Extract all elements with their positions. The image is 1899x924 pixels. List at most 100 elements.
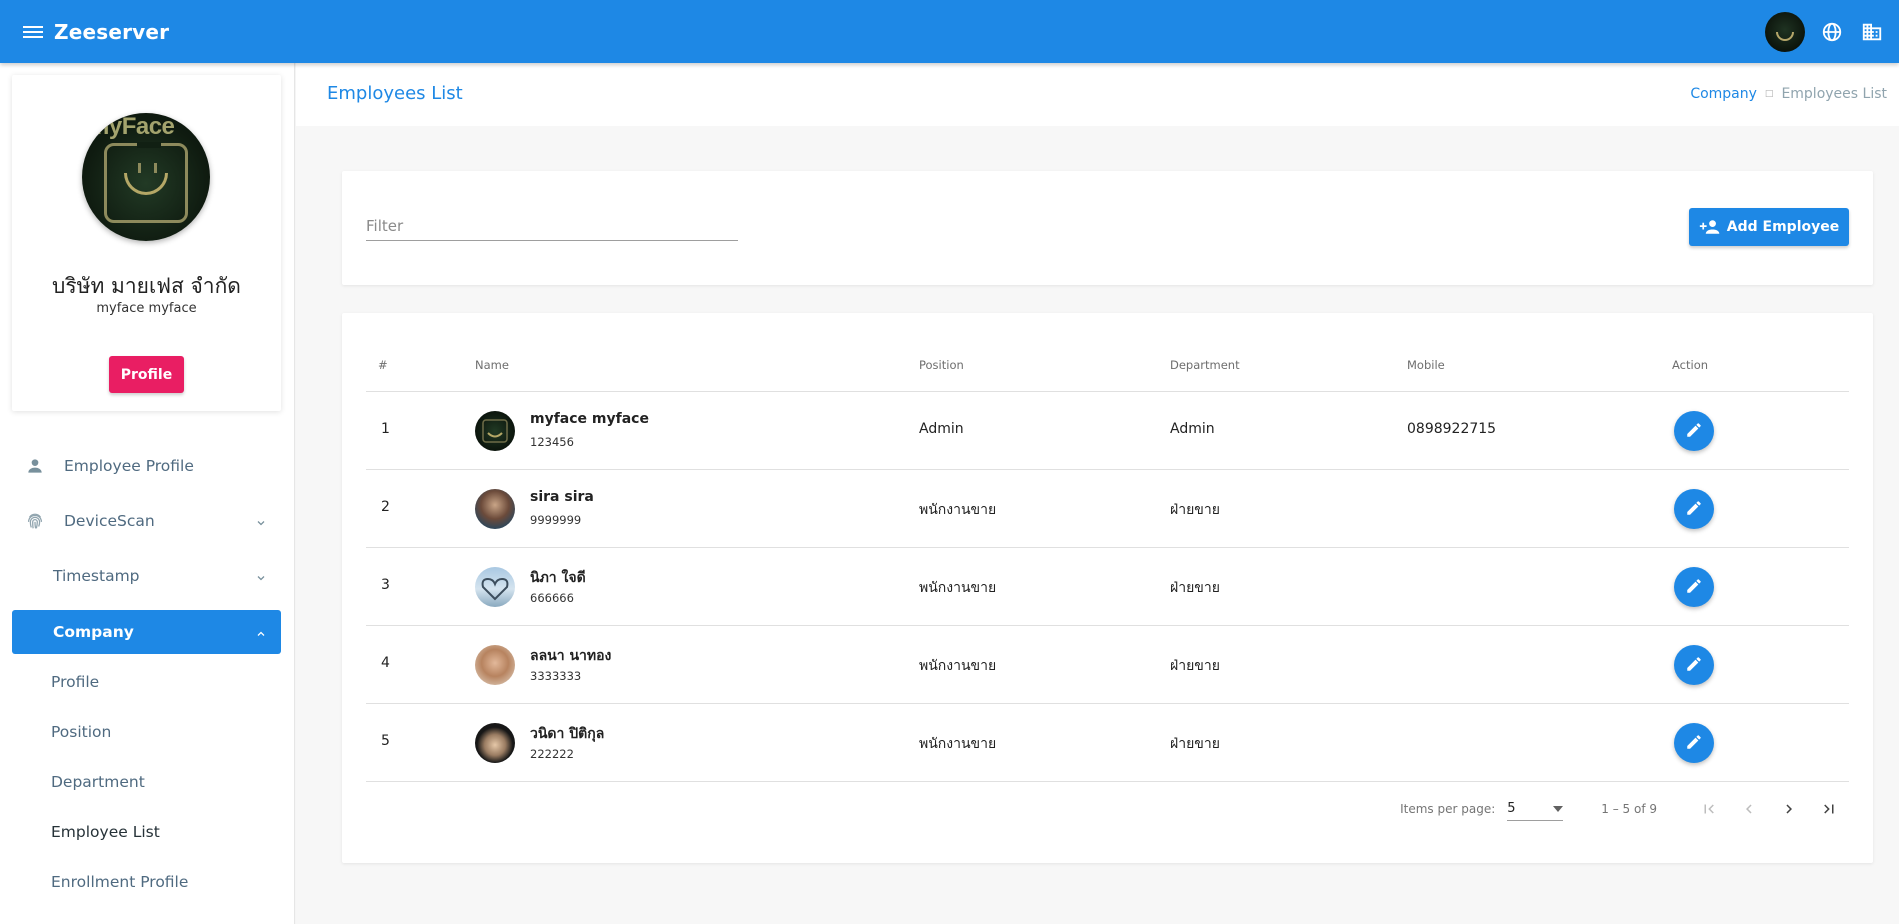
table-row[interactable]: 2 sira sira 9999999 พนักงานขาย ฝ่ายขาย xyxy=(366,470,1849,548)
filter-card: Add Employee xyxy=(342,171,1873,285)
add-employee-label: Add Employee xyxy=(1726,219,1840,235)
page-header: Employees List Company □ Employees List xyxy=(296,63,1899,126)
employee-name: myface myface xyxy=(530,411,649,427)
employee-position: พนักงานขาย xyxy=(919,658,997,674)
employee-name: วนิดา ปิติกุล xyxy=(530,726,605,742)
top-app-bar: Zeeserver xyxy=(0,0,1899,63)
breadcrumb-company-link[interactable]: Company xyxy=(1690,86,1757,102)
row-number: 1 xyxy=(381,421,390,437)
employee-avatar xyxy=(475,411,515,451)
company-subtitle: myface myface xyxy=(96,301,197,316)
pencil-icon xyxy=(1685,421,1703,442)
breadcrumb: Company □ Employees List xyxy=(1690,86,1887,102)
sidebar: myFace บริษัท มายเฟส จำกัด myface myface… xyxy=(0,63,295,924)
user-avatar[interactable] xyxy=(1765,11,1805,52)
column-header-name[interactable]: Name xyxy=(475,358,509,372)
chevron-down-icon xyxy=(255,570,267,588)
column-header-department[interactable]: Department xyxy=(1170,358,1240,372)
employee-department: ฝ่ายขาย xyxy=(1170,502,1220,518)
sidebar-item-devicescan[interactable]: DeviceScan xyxy=(12,499,281,543)
employee-position: พนักงานขาย xyxy=(919,502,997,518)
company-avatar: myFace xyxy=(82,113,210,241)
employee-position: Admin xyxy=(919,421,964,437)
table-row[interactable]: 3 นิภา ใจดี 666666 พนักงานขาย ฝ่ายขาย xyxy=(366,548,1849,626)
sidebar-item-company[interactable]: Company xyxy=(12,610,281,654)
filter-input[interactable] xyxy=(366,211,738,241)
pencil-icon xyxy=(1685,733,1703,754)
sidebar-item-label: DeviceScan xyxy=(64,512,155,530)
sidebar-item-label: Enrollment Profile xyxy=(51,873,189,891)
employee-name: ลลนา นาทอง xyxy=(530,648,612,664)
employee-position: พนักงานขาย xyxy=(919,580,997,596)
employee-department: Admin xyxy=(1170,421,1215,437)
sidebar-item-label: Employee List xyxy=(51,823,160,841)
first-page-icon[interactable] xyxy=(1689,793,1729,825)
column-header-mobile[interactable]: Mobile xyxy=(1407,358,1445,372)
employee-department: ฝ่ายขาย xyxy=(1170,658,1220,674)
table-row[interactable]: 5 วนิดา ปิติกุล 222222 พนักงานขาย ฝ่ายขา… xyxy=(366,704,1849,782)
employee-code: 123456 xyxy=(530,435,574,449)
sidebar-item-enrollment-profile[interactable]: Enrollment Profile xyxy=(12,860,281,904)
sidebar-item-timestamp[interactable]: Timestamp xyxy=(12,554,281,598)
breadcrumb-separator-icon: □ xyxy=(1764,89,1774,99)
company-profile-card: myFace บริษัท มายเฟส จำกัด myface myface… xyxy=(12,75,281,411)
pencil-icon xyxy=(1685,577,1703,598)
table-row[interactable]: 1 myface myface 123456 Admin Admin 08989… xyxy=(366,392,1849,470)
pencil-icon xyxy=(1685,655,1703,676)
edit-button[interactable] xyxy=(1674,723,1714,763)
table-header: # Name Position Department Mobile Action xyxy=(366,337,1849,392)
globe-icon[interactable] xyxy=(1819,19,1845,45)
menu-icon[interactable] xyxy=(22,23,44,41)
app-title: Zeeserver xyxy=(54,19,170,44)
employee-department: ฝ่ายขาย xyxy=(1170,580,1220,596)
edit-button[interactable] xyxy=(1674,489,1714,529)
row-number: 4 xyxy=(381,655,390,671)
edit-button[interactable] xyxy=(1674,411,1714,451)
next-page-icon[interactable] xyxy=(1769,793,1809,825)
edit-button[interactable] xyxy=(1674,645,1714,685)
sidebar-item-label: Timestamp xyxy=(53,567,140,585)
profile-button[interactable]: Profile xyxy=(109,356,184,393)
fingerprint-icon xyxy=(24,510,46,532)
edit-button[interactable] xyxy=(1674,567,1714,607)
sidebar-item-position[interactable]: Position xyxy=(12,710,281,754)
person-add-icon xyxy=(1699,218,1721,236)
page-range: 1 – 5 of 9 xyxy=(1601,802,1657,816)
column-header-action: Action xyxy=(1672,358,1709,372)
page-title: Employees List xyxy=(327,83,463,104)
company-name: บริษัท มายเฟส จำกัด xyxy=(52,274,241,298)
sidebar-item-department[interactable]: Department xyxy=(12,760,281,804)
sidebar-item-profile[interactable]: Profile xyxy=(12,660,281,704)
row-number: 5 xyxy=(381,733,390,749)
employee-avatar xyxy=(475,489,515,529)
sidebar-item-label: Company xyxy=(53,623,134,641)
add-employee-button[interactable]: Add Employee xyxy=(1689,208,1849,246)
sidebar-item-label: Department xyxy=(51,773,145,791)
employee-name: นิภา ใจดี xyxy=(530,570,586,586)
items-per-page-value: 5 xyxy=(1507,801,1516,816)
employee-position: พนักงานขาย xyxy=(919,736,997,752)
last-page-icon[interactable] xyxy=(1809,793,1849,825)
column-header-position[interactable]: Position xyxy=(919,358,964,372)
employee-mobile: 0898922715 xyxy=(1407,421,1497,437)
employee-code: 222222 xyxy=(530,747,574,761)
sidebar-item-label: Profile xyxy=(51,673,100,691)
sidebar-item-employee-list[interactable]: Employee List xyxy=(12,810,281,854)
business-icon[interactable] xyxy=(1859,19,1885,45)
employee-name: sira sira xyxy=(530,489,594,505)
column-header-number: # xyxy=(378,358,388,372)
table-row[interactable]: 4 ลลนา นาทอง 3333333 พนักงานขาย ฝ่ายขาย xyxy=(366,626,1849,704)
sidebar-item-employee-profile[interactable]: Employee Profile xyxy=(12,444,281,488)
employees-table: # Name Position Department Mobile Action… xyxy=(342,313,1873,863)
pencil-icon xyxy=(1685,499,1703,520)
row-number: 2 xyxy=(381,499,390,515)
employee-code: 9999999 xyxy=(530,513,582,527)
avatar-logo-text: myFace xyxy=(88,113,175,140)
items-per-page-select[interactable]: 5 xyxy=(1507,797,1564,821)
dropdown-arrow-icon xyxy=(1553,801,1564,816)
person-icon xyxy=(24,455,46,477)
main-content: Employees List Company □ Employees List … xyxy=(296,63,1899,924)
employee-code: 666666 xyxy=(530,591,574,605)
previous-page-icon[interactable] xyxy=(1729,793,1769,825)
chevron-down-icon xyxy=(255,515,267,533)
